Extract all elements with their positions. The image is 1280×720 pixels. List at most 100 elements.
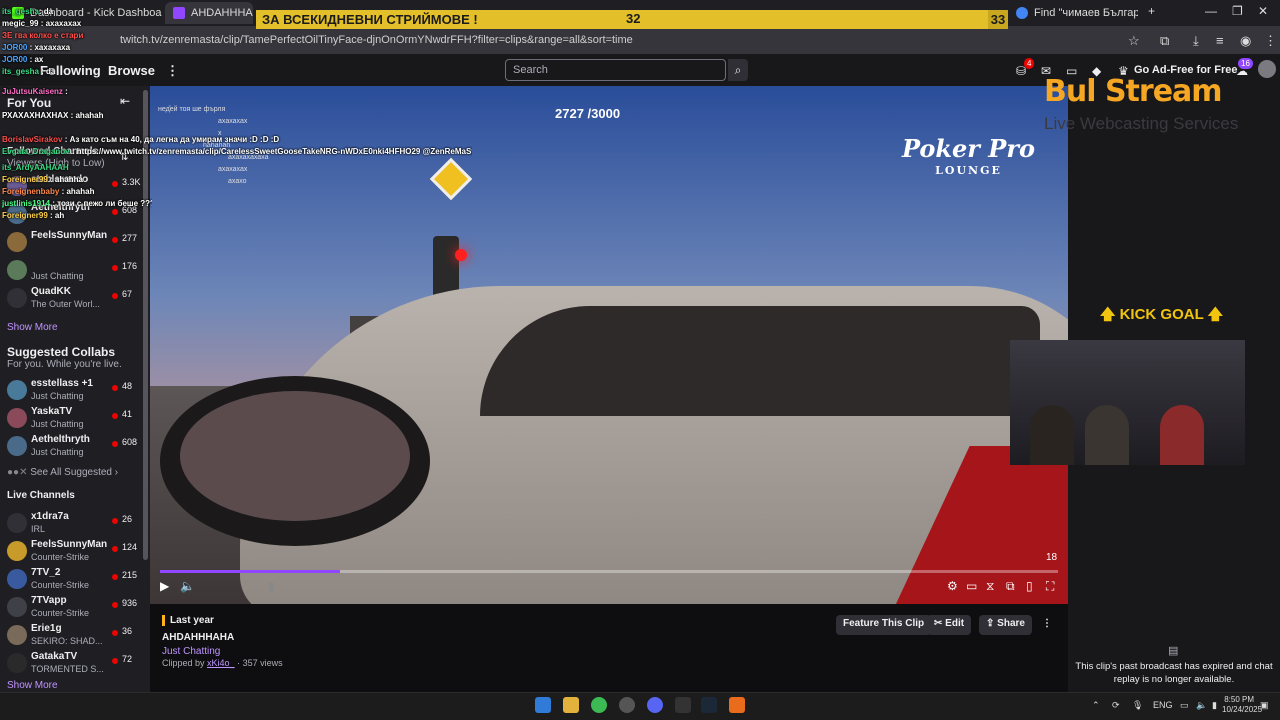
play-icon[interactable]: ▶ [160,579,169,593]
minimize-icon[interactable]: — [1205,4,1217,18]
language-indicator[interactable]: ENG [1153,700,1173,710]
clip-title: AHDAHHHAHA [162,632,235,643]
share-button[interactable]: ⇪ Share [979,615,1032,635]
video-chat-line: нед̌ей тоя ше фърля [158,106,226,113]
live-channel[interactable]: x1dra7a IRL 26 [7,509,143,537]
followed-channel[interactable]: Just Chatting 176 [7,256,143,284]
network-icon[interactable]: ▭ [1180,700,1189,711]
volume-icon[interactable]: 🔈 [180,579,195,593]
prime-badge: 16 [1238,58,1253,69]
logo-title: Poker Pro [902,134,1036,163]
clip-category-link[interactable]: Just Chatting [162,646,220,657]
battery-icon[interactable]: ▮ [1212,700,1217,711]
video-progress-bar[interactable] [160,570,1058,573]
profile-avatar-icon[interactable]: ◉ [1240,33,1251,49]
live-channel[interactable]: GatakaTV TORMENTED S... 72 [7,649,143,677]
clipper-link[interactable]: xKi4o_ [207,658,235,668]
streamer-person [1085,405,1129,465]
obs-icon[interactable] [619,697,635,713]
see-all-label: See All Suggested [30,467,112,478]
speaker-icon[interactable]: 🔈 [1196,700,1207,711]
suggested-channel[interactable]: Aethelthryth Just Chatting 608 [7,432,143,460]
followed-channel[interactable]: QuadKK The Outer Worl... 67 [7,284,143,312]
live-dot [112,546,118,552]
search-input[interactable]: Search [505,59,726,81]
live-channel[interactable]: Erie1g SEKIRO: SHAD... 36 [7,621,143,649]
view-count: · 357 views [237,658,283,668]
channel-game: Counter-Strike [31,552,90,562]
channel-name: esstellass +1 [31,378,93,389]
file-explorer-icon[interactable] [563,697,579,713]
more-menu-icon[interactable]: ⋮ [166,63,179,79]
live-channel[interactable]: FeelsSunnyMan Counter-Strike 124 [7,537,143,565]
new-tab-icon[interactable]: + [1148,4,1155,18]
chrome-icon[interactable] [591,697,607,713]
tray-overflow-icon[interactable]: ⌃ [1092,700,1100,711]
feature-clip-button[interactable]: Feature This Clip [836,615,932,635]
avatar [7,288,27,308]
tab-google-search[interactable]: Find "чимаев България" on ✕ [1008,2,1138,24]
sync-icon[interactable]: ⟳ [1112,700,1120,711]
avatar [7,232,27,252]
live-dot [112,293,118,299]
close-window-icon[interactable]: ✕ [1258,4,1268,18]
show-more-followed[interactable]: Show More [7,322,58,333]
channel-name: 7TV_2 [31,567,61,578]
terminal-icon[interactable] [675,697,691,713]
suggested-channel[interactable]: esstellass +1 Just Chatting 48 [7,376,143,404]
chat-line: megic_99 : ахахахах [2,19,82,28]
live-channel[interactable]: 7TV_2 Counter-Strike 215 [7,565,143,593]
clip-icon[interactable]: ⧖ [986,579,994,594]
microphone-icon[interactable]: 🎙 [1132,700,1143,711]
notifications-icon[interactable]: ▣ [1260,700,1269,711]
chat-line: Foreigner99 : ah [2,211,65,220]
live-channel[interactable]: 7TVapp Counter-Strike 936 [7,593,143,621]
chat-line: JuJutsuKaisenz : [2,87,68,96]
tab-twitch-clip[interactable]: AHDAHHHAHA - Twi [165,2,253,24]
chat-line: JOR00 : ах [2,55,44,64]
system-clock[interactable]: 8:50 PM 10/24/2025 [1222,695,1262,715]
sidebar-toggle-icon[interactable]: ▯ [1026,579,1033,593]
bulstream-logo: Bul Stream [1044,74,1223,109]
show-more-live[interactable]: Show More [7,680,58,691]
clock-time: 8:50 PM [1224,695,1254,704]
theatre-mode-icon[interactable]: ▭ [966,579,977,593]
see-all-suggested-link[interactable]: ●●✕ See All Suggested › [7,467,118,478]
followed-channel[interactable]: FeelsSunnyMan 277 [7,228,143,256]
download-icon[interactable]: ⤓ [1193,33,1199,49]
live-dot [112,602,118,608]
steam-icon[interactable] [701,697,717,713]
clip-video-player[interactable]: 2727 /3000 Poker Pro LOUNGE 18 ▶ 🔈 ▮ ⚙ ▭… [150,86,1068,604]
edit-button[interactable]: ✂ Edit [927,615,972,635]
url-field[interactable]: twitch.tv/zenremasta/clip/TamePerfectOil… [120,34,633,46]
settings-gear-icon[interactable]: ⚙ [947,579,958,593]
avatar [7,436,27,456]
start-icon[interactable] [535,697,551,713]
maximize-icon[interactable]: ❐ [1232,4,1243,18]
channel-game: The Outer Worl... [31,299,100,309]
avatar [7,653,27,673]
media-control-icon[interactable]: ≡ [1216,33,1224,48]
suggested-collabs-heading: Suggested Collabs [7,345,116,359]
channel-game: TORMENTED S... [31,664,104,674]
goal-tracker: 2727 /3000 [555,106,621,121]
browser-menu-icon[interactable]: ⋮ [1264,33,1277,49]
suggested-channel[interactable]: YaskaTV Just Chatting 41 [7,404,143,432]
channel-name: FeelsSunnyMan [31,230,108,241]
channel-name: FeelsSunnyMan [31,539,108,550]
viewer-count: 72 [122,654,133,664]
fullscreen-icon[interactable]: ⛶ [1046,579,1054,594]
more-options-icon[interactable]: ⋮ [1035,615,1059,635]
volume-slider-handle[interactable]: ▮ [268,579,275,593]
vlc-icon[interactable] [729,697,745,713]
search-button[interactable]: ⌕ [728,59,748,81]
suggested-collabs-sub: For you. While you're live. [7,359,122,370]
picture-in-picture-icon[interactable]: ⧉ [1006,579,1015,594]
bulstream-tagline: Live Webcasting Services [1044,114,1239,133]
clipped-by: Clipped by xKi4o_ · 357 views [162,658,283,668]
discord-icon[interactable] [647,697,663,713]
bookmark-star-icon[interactable]: ☆ [1128,33,1140,49]
extensions-icon[interactable]: ⧉ [1160,33,1169,49]
live-dot [112,630,118,636]
user-avatar[interactable] [1258,60,1276,78]
